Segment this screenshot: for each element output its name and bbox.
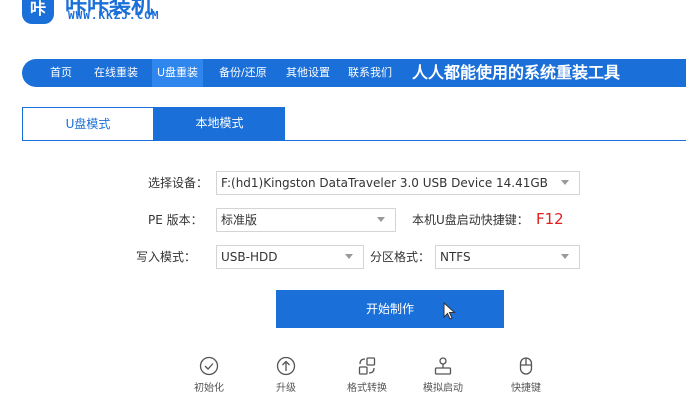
mode-tabbar: U盘模式 本地模式 bbox=[22, 107, 686, 141]
convert-icon bbox=[358, 357, 376, 375]
chevron-down-icon bbox=[377, 217, 385, 222]
partition-label: 分区格式： bbox=[370, 250, 431, 264]
pe-version-value: 标准版 bbox=[221, 213, 258, 227]
write-mode-select[interactable]: USB-HDD bbox=[216, 245, 364, 269]
write-mode-label: 写入模式： bbox=[136, 250, 197, 264]
tool-format-convert-label: 格式转换 bbox=[347, 383, 387, 394]
simulate-icon bbox=[434, 357, 452, 375]
tool-simulate-boot-label: 模拟启动 bbox=[423, 383, 463, 394]
tool-hotkey-label: 快捷键 bbox=[511, 383, 541, 394]
tool-upgrade[interactable]: 升级 bbox=[256, 356, 316, 394]
device-label: 选择设备： bbox=[148, 176, 209, 190]
pe-version-select[interactable]: 标准版 bbox=[216, 208, 396, 232]
chevron-down-icon bbox=[561, 180, 569, 185]
mouse-pointer-icon bbox=[443, 302, 456, 320]
nav-item-contact[interactable]: 联系我们 bbox=[348, 59, 392, 87]
hotkey-label: 本机U盘启动快捷键： bbox=[412, 213, 529, 227]
write-mode-value: USB-HDD bbox=[221, 250, 278, 264]
mouse-icon bbox=[519, 357, 533, 375]
tool-upgrade-label: 升级 bbox=[276, 383, 296, 394]
main-nav: 首页 在线重装 U盘重装 备份/还原 其他设置 联系我们 人人都能使用的系统重装… bbox=[22, 59, 686, 87]
nav-item-backup-restore[interactable]: 备份/还原 bbox=[219, 59, 267, 87]
partition-value: NTFS bbox=[440, 250, 471, 264]
brand-logo-icon: 咔 bbox=[22, 0, 54, 24]
hotkey-value: F12 bbox=[536, 210, 564, 228]
nav-item-usb-reinstall[interactable]: U盘重装 bbox=[152, 59, 204, 87]
device-select-value: F:(hd1)Kingston DataTraveler 3.0 USB Dev… bbox=[221, 176, 548, 190]
tool-initialize-label: 初始化 bbox=[194, 383, 224, 394]
upload-arrow-icon bbox=[276, 356, 296, 376]
nav-item-home[interactable]: 首页 bbox=[50, 59, 72, 87]
tab-local-mode[interactable]: 本地模式 bbox=[154, 107, 285, 140]
check-circle-icon bbox=[199, 356, 219, 376]
chevron-down-icon bbox=[345, 254, 353, 259]
device-select[interactable]: F:(hd1)Kingston DataTraveler 3.0 USB Dev… bbox=[216, 171, 580, 195]
tool-initialize[interactable]: 初始化 bbox=[179, 356, 239, 394]
nav-item-online-reinstall[interactable]: 在线重装 bbox=[94, 59, 138, 87]
tool-format-convert[interactable]: 格式转换 bbox=[337, 356, 397, 394]
tab-udisk-mode[interactable]: U盘模式 bbox=[22, 107, 154, 140]
pe-version-label: PE 版本： bbox=[148, 213, 203, 227]
tool-simulate-boot[interactable]: 模拟启动 bbox=[413, 356, 473, 394]
start-make-button[interactable]: 开始制作 bbox=[276, 290, 504, 328]
brand-url: WWW.KKZJ.COM bbox=[68, 9, 160, 22]
nav-slogan: 人人都能使用的系统重装工具 bbox=[412, 63, 621, 82]
nav-item-other-settings[interactable]: 其他设置 bbox=[286, 59, 330, 87]
chevron-down-icon bbox=[561, 254, 569, 259]
tool-hotkey[interactable]: 快捷键 bbox=[496, 356, 556, 394]
partition-select[interactable]: NTFS bbox=[435, 245, 580, 269]
